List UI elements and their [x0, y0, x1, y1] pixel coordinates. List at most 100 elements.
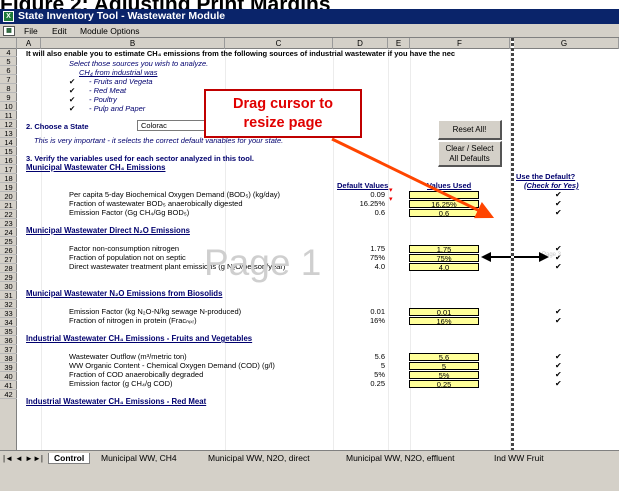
row-header[interactable]: 4 [0, 49, 17, 57]
source-label-fruits: - Fruits and Vegeta [89, 77, 153, 86]
value-used-input[interactable]: 16.25% [409, 200, 479, 208]
source-checkbox-poultry[interactable]: ✔ [69, 96, 75, 104]
ch4-sources-label: CH₄ from industrial was [79, 68, 158, 77]
row-header[interactable]: 28 [0, 265, 17, 273]
row-header[interactable]: 38 [0, 355, 17, 363]
section-title-municipal-n2o-direct: Municipal Wastewater Direct N₂O Emission… [26, 226, 190, 235]
row-header[interactable]: 20 [0, 193, 17, 201]
drag-callout-box: Drag cursor to resize page [204, 89, 362, 138]
column-header-g[interactable]: G [510, 38, 619, 49]
use-default-checkbox[interactable]: ✔ [555, 371, 562, 379]
row-header[interactable]: 18 [0, 175, 17, 183]
tab-municipal-n2o-effluent[interactable]: Municipal WW, N2O, effluent [346, 453, 455, 464]
value-used-input[interactable]: 4.0 [409, 263, 479, 271]
value-used-input[interactable]: 0.01 [409, 308, 479, 316]
row-header[interactable]: 13 [0, 130, 17, 138]
row-header[interactable]: 41 [0, 382, 17, 390]
row-header[interactable]: 5 [0, 58, 17, 66]
column-header-d[interactable]: D [333, 38, 388, 49]
row-header[interactable]: 15 [0, 148, 17, 156]
row-header[interactable]: 14 [0, 139, 17, 147]
row-header[interactable]: 37 [0, 346, 17, 354]
value-used-input[interactable]: 0.25 [409, 380, 479, 388]
column-headers: A B C D E F G [0, 38, 619, 49]
row-header[interactable]: 25 [0, 238, 17, 246]
source-checkbox-fruits[interactable]: ✔ [69, 78, 75, 86]
row-header[interactable]: 35 [0, 328, 17, 336]
tab-control[interactable]: Control [48, 453, 91, 464]
row-header[interactable]: 27 [0, 256, 17, 264]
value-used-input[interactable]: 16% [409, 317, 479, 325]
value-used-input[interactable]: 5 [409, 362, 479, 370]
column-header-b[interactable]: B [41, 38, 225, 49]
row-header[interactable]: 40 [0, 373, 17, 381]
state-select[interactable]: Colorac [137, 120, 207, 131]
tab-municipal-n2o-direct[interactable]: Municipal WW, N2O, direct [208, 453, 310, 464]
row-header[interactable]: 26 [0, 247, 17, 255]
row-header[interactable]: 34 [0, 319, 17, 327]
row-header[interactable]: 9 [0, 94, 17, 102]
row-header[interactable]: 29 [0, 274, 17, 282]
row-header[interactable]: 31 [0, 292, 17, 300]
page-break-handle[interactable] [511, 38, 514, 450]
row-header[interactable]: 39 [0, 364, 17, 372]
row-header[interactable]: 24 [0, 229, 17, 237]
row-header[interactable]: 11 [0, 112, 17, 120]
value-used-input[interactable]: 75% [409, 254, 479, 262]
row-header[interactable]: 19 [0, 184, 17, 192]
use-default-checkbox[interactable]: ✔ [555, 200, 562, 208]
tab-municipal-ch4[interactable]: Municipal WW, CH4 [101, 453, 177, 464]
row-header[interactable]: 7 [0, 76, 17, 84]
row-header[interactable]: 33 [0, 310, 17, 318]
use-default-checkbox[interactable]: ✔ [555, 380, 562, 388]
source-checkbox-red-meat[interactable]: ✔ [69, 87, 75, 95]
use-default-checkbox[interactable]: ✔ [555, 209, 562, 217]
tab-ind-ww-fruit[interactable]: Ind WW Fruit [494, 453, 544, 464]
row-header[interactable]: 21 [0, 202, 17, 210]
row-header[interactable]: 42 [0, 391, 17, 399]
column-header-c[interactable]: C [225, 38, 333, 49]
row-header[interactable]: 22 [0, 211, 17, 219]
use-default-checkbox[interactable]: ✔ [555, 263, 562, 271]
row-header[interactable]: 32 [0, 301, 17, 309]
use-default-checkbox[interactable]: ✔ [555, 308, 562, 316]
row-header[interactable]: 10 [0, 103, 17, 111]
value-used-input[interactable]: 1.75 [409, 245, 479, 253]
param-label: Per capita 5-day Biochemical Oxygen Dema… [69, 190, 281, 199]
row-header[interactable]: 30 [0, 283, 17, 291]
column-header-e[interactable]: E [388, 38, 410, 49]
column-header-f[interactable]: F [410, 38, 510, 49]
row-header[interactable]: 12 [0, 121, 17, 129]
row-header[interactable]: 16 [0, 157, 17, 165]
clear-select-defaults-button[interactable]: Clear / Select All Defaults [438, 141, 502, 167]
default-value: 75% [369, 253, 385, 262]
column-header-a[interactable]: A [17, 38, 41, 49]
menu-file[interactable]: File [24, 24, 38, 38]
prev-sheet-nav-icon[interactable]: ◄ [15, 453, 23, 464]
row-header[interactable]: 36 [0, 337, 17, 345]
use-default-checkbox[interactable]: ✔ [555, 353, 562, 361]
value-used-input[interactable]: 5.6 [409, 353, 479, 361]
use-default-checkbox[interactable]: ✔ [555, 317, 562, 325]
source-checkbox-pulp[interactable]: ✔ [69, 105, 75, 113]
use-default-checkbox[interactable]: ✔ [555, 362, 562, 370]
reset-all-button[interactable]: Reset All! [438, 120, 502, 140]
next-sheet-nav-icon[interactable]: ► [25, 453, 33, 464]
last-sheet-nav-icon[interactable]: ►| [33, 453, 43, 464]
use-default-checkbox[interactable]: ✔ [555, 191, 562, 199]
menu-edit[interactable]: Edit [52, 24, 67, 38]
sheet-tab-bar: |◄ ◄ ► ►| Control Municipal WW, CH4 Muni… [0, 450, 619, 491]
default-value: 0.09 [370, 190, 385, 199]
menu-module-options[interactable]: Module Options [80, 24, 140, 38]
row-header[interactable]: 6 [0, 67, 17, 75]
first-sheet-nav-icon[interactable]: |◄ [3, 453, 13, 464]
sheet-control-icon[interactable]: ▦ [3, 26, 15, 36]
row-header[interactable]: 17 [0, 166, 17, 174]
default-value: 5% [374, 370, 385, 379]
value-used-input[interactable]: 0.6 [409, 209, 479, 217]
value-used-input[interactable]: 5% [409, 371, 479, 379]
row-header[interactable]: 8 [0, 85, 17, 93]
source-label-pulp: - Pulp and Paper [89, 104, 146, 113]
row-header[interactable]: 23 [0, 220, 17, 228]
value-used-input[interactable] [409, 191, 479, 199]
